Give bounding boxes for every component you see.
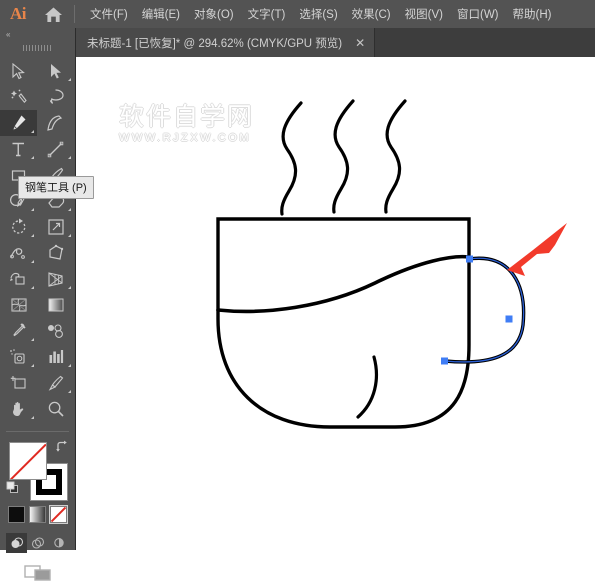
tool-flyout-corner-icon <box>68 208 71 211</box>
gradient-tool[interactable] <box>37 292 74 318</box>
tool-flyout-corner-icon <box>31 416 34 419</box>
eyedropper-tool[interactable] <box>0 318 37 344</box>
color-zone-divider <box>6 431 69 432</box>
rotate-tool[interactable] <box>0 214 37 240</box>
close-icon[interactable]: ✕ <box>354 37 366 49</box>
coffee-surface-curve[interactable] <box>216 254 471 314</box>
slice-tool[interactable] <box>37 370 74 396</box>
anchor-point-bottom[interactable] <box>441 357 448 365</box>
draw-inside-button[interactable] <box>48 533 69 553</box>
tools-panel: « 钢笔工具 (P) <box>0 28 94 581</box>
color-swatch-button[interactable] <box>6 503 27 525</box>
curvature-tool[interactable] <box>37 110 74 136</box>
tool-flyout-corner-icon <box>31 208 34 211</box>
cup-body[interactable] <box>216 217 471 429</box>
inner-detail-curve[interactable] <box>356 355 378 419</box>
menu-bar: Ai 文件(F) 编辑(E) 对象(O) 文字(T) 选择(S) 效果(C) 视… <box>0 0 595 28</box>
pen-tool[interactable] <box>0 110 37 136</box>
tool-flyout-corner-icon <box>31 130 34 133</box>
screen-mode-icon <box>23 565 51 581</box>
tool-flyout-corner-icon <box>68 234 71 237</box>
panel-drag-handle[interactable] <box>22 45 53 51</box>
tab-bar: 未标题-1 [已恢复]* @ 294.62% (CMYK/GPU 预览) ✕ <box>0 28 595 57</box>
anchor-point-top[interactable] <box>466 255 473 263</box>
hand-tool[interactable] <box>0 396 37 422</box>
tool-flyout-corner-icon <box>31 234 34 237</box>
line-segment-tool[interactable] <box>37 136 74 162</box>
tool-grid <box>0 58 75 422</box>
menu-items: 文件(F) 编辑(E) 对象(O) 文字(T) 选择(S) 效果(C) 视图(V… <box>83 2 558 26</box>
menu-file[interactable]: 文件(F) <box>83 2 135 26</box>
menu-view[interactable]: 视图(V) <box>398 2 450 26</box>
tool-flyout-corner-icon <box>31 338 34 341</box>
tool-tooltip: 钢笔工具 (P) <box>18 176 94 199</box>
color-mode-swatches <box>6 503 69 525</box>
menu-separator <box>74 5 75 23</box>
zoom-tool[interactable] <box>37 396 74 422</box>
color-controls <box>0 431 75 581</box>
anchor-point-right[interactable] <box>505 315 513 323</box>
mesh-tool[interactable] <box>0 292 37 318</box>
steam-curve-2[interactable] <box>332 99 355 214</box>
home-icon[interactable] <box>36 0 70 28</box>
column-graph-tool[interactable] <box>37 344 74 370</box>
type-tool[interactable] <box>0 136 37 162</box>
artwork-svg <box>216 99 567 429</box>
gradient-swatch-button[interactable] <box>27 503 48 525</box>
tool-flyout-corner-icon <box>68 78 71 81</box>
tool-flyout-corner-icon <box>31 286 34 289</box>
blend-tool[interactable] <box>37 318 74 344</box>
lasso-tool[interactable] <box>37 84 74 110</box>
fill-stroke-controls <box>0 440 75 508</box>
direct-selection-tool[interactable] <box>37 58 74 84</box>
swap-fill-stroke-icon[interactable] <box>55 440 69 454</box>
document-tab-strip: 未标题-1 [已恢复]* @ 294.62% (CMYK/GPU 预览) ✕ <box>75 28 595 57</box>
change-screen-mode-button[interactable] <box>0 561 75 585</box>
document-tab[interactable]: 未标题-1 [已恢复]* @ 294.62% (CMYK/GPU 预览) ✕ <box>75 28 376 57</box>
menu-effect[interactable]: 效果(C) <box>345 2 398 26</box>
fill-swatch[interactable] <box>9 442 47 480</box>
none-indicator-icon <box>10 443 46 479</box>
symbol-sprayer-tool[interactable] <box>0 344 37 370</box>
tool-flyout-corner-icon <box>31 156 34 159</box>
draw-normal-button[interactable] <box>6 533 27 553</box>
tools-panel-header: « <box>0 28 75 41</box>
perspective-grid-tool[interactable] <box>37 266 74 292</box>
draw-behind-button[interactable] <box>27 533 48 553</box>
app-logo: Ai <box>10 4 27 23</box>
tool-flyout-corner-icon <box>31 260 34 263</box>
steam-curve-3[interactable] <box>384 99 407 214</box>
illustrator-window: Ai 文件(F) 编辑(E) 对象(O) 文字(T) 选择(S) 效果(C) 视… <box>0 0 595 581</box>
selection-tool[interactable] <box>0 58 37 84</box>
annotation-arrow-icon <box>507 223 567 276</box>
none-swatch-button[interactable] <box>48 503 69 525</box>
menu-window[interactable]: 窗口(W) <box>450 2 506 26</box>
menu-edit[interactable]: 编辑(E) <box>135 2 187 26</box>
width-tool[interactable] <box>0 240 37 266</box>
artboard-canvas[interactable]: 软件自学网 WWW.RJZXW.COM <box>75 57 595 550</box>
artboard-tool[interactable] <box>0 370 37 396</box>
tool-flyout-corner-icon <box>68 390 71 393</box>
default-fill-stroke-icon[interactable] <box>6 481 19 494</box>
collapse-panel-icon[interactable]: « <box>6 30 11 39</box>
drawing-mode-buttons <box>6 533 69 553</box>
steam-curve-1[interactable] <box>280 101 303 216</box>
menu-help[interactable]: 帮助(H) <box>506 2 559 26</box>
menu-type[interactable]: 文字(T) <box>241 2 293 26</box>
tool-flyout-corner-icon <box>31 364 34 367</box>
tool-flyout-corner-icon <box>68 286 71 289</box>
shape-builder-tool[interactable] <box>0 266 37 292</box>
magic-wand-tool[interactable] <box>0 84 37 110</box>
free-transform-tool[interactable] <box>37 240 74 266</box>
document-tab-title: 未标题-1 [已恢复]* @ 294.62% (CMYK/GPU 预览) <box>87 37 343 50</box>
tool-flyout-corner-icon <box>68 364 71 367</box>
tool-flyout-corner-icon <box>68 156 71 159</box>
menu-select[interactable]: 选择(S) <box>292 2 344 26</box>
scale-tool[interactable] <box>37 214 74 240</box>
menu-object[interactable]: 对象(O) <box>187 2 241 26</box>
